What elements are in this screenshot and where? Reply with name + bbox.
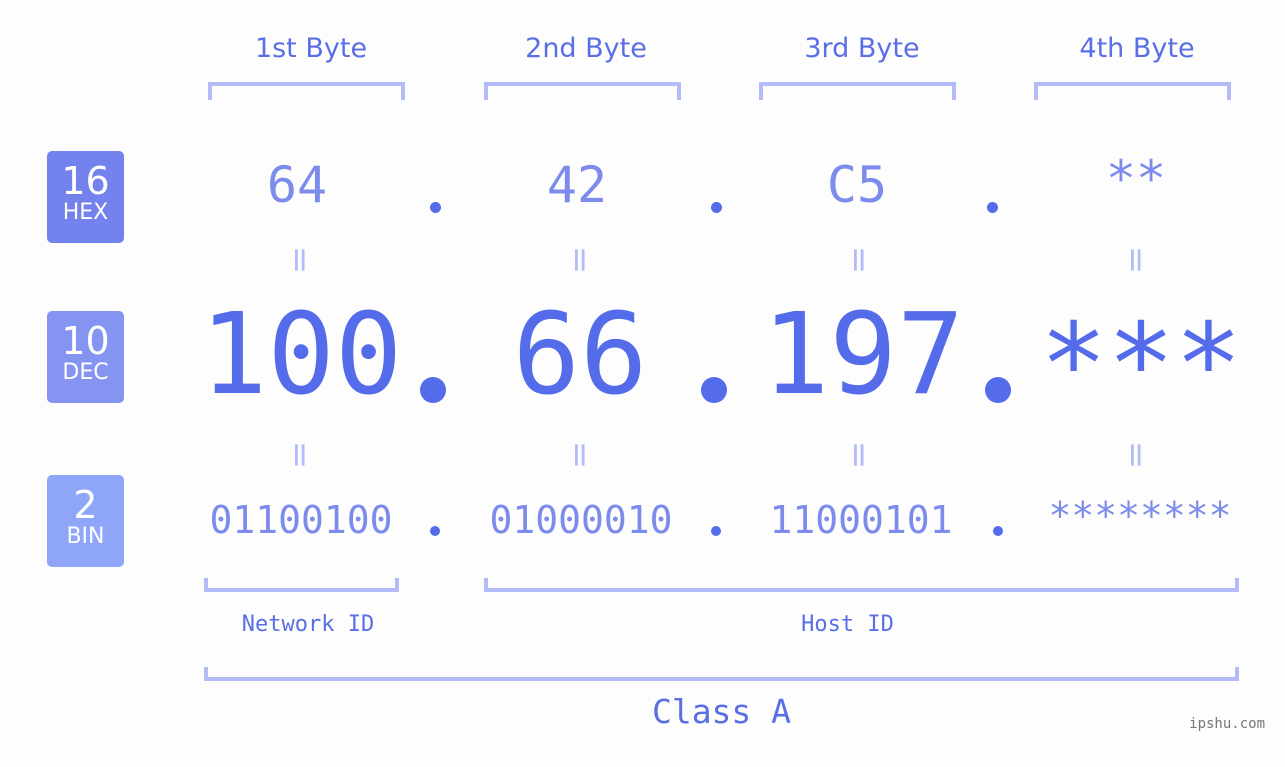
bin-badge: 2 BIN xyxy=(47,475,124,567)
dec-dot-3 xyxy=(985,377,1011,403)
host-id-bracket xyxy=(484,578,1239,592)
hex-byte-1: 64 xyxy=(266,156,328,214)
equals-icon: = xyxy=(1116,440,1156,470)
byte-header-4: 4th Byte xyxy=(1079,33,1195,64)
hex-byte-2: 42 xyxy=(546,156,608,214)
dec-byte-4: *** xyxy=(1039,300,1243,430)
network-id-bracket xyxy=(204,578,399,592)
byte-bracket-1 xyxy=(208,82,405,100)
byte-header-2: 2nd Byte xyxy=(525,33,647,64)
hex-byte-3: C5 xyxy=(826,156,888,214)
byte-bracket-4 xyxy=(1034,82,1231,100)
watermark-link[interactable]: ipshu.com xyxy=(1150,716,1265,732)
hex-label: HEX xyxy=(62,200,109,225)
equals-icon: = xyxy=(280,245,320,275)
bin-dot-1 xyxy=(430,526,440,536)
bin-base: 2 xyxy=(73,483,98,527)
hex-badge: 16 HEX xyxy=(47,151,124,243)
equals-icon: = xyxy=(280,440,320,470)
class-label: Class A xyxy=(651,692,792,731)
hex-dot-1 xyxy=(430,202,441,213)
byte-bracket-3 xyxy=(759,82,956,100)
bin-byte-4: ******** xyxy=(1048,494,1232,538)
bin-dot-2 xyxy=(711,526,721,536)
host-id-label: Host ID xyxy=(801,612,894,637)
bin-byte-2: 01000010 xyxy=(489,498,673,542)
hex-dot-3 xyxy=(987,202,998,213)
dec-badge: 10 DEC xyxy=(47,311,124,403)
dec-dot-2 xyxy=(701,377,727,403)
bin-byte-1: 01100100 xyxy=(209,498,393,542)
equals-icon: = xyxy=(839,245,879,275)
dec-label: DEC xyxy=(62,360,109,385)
byte-bracket-2 xyxy=(484,82,681,100)
class-bracket xyxy=(204,667,1239,681)
equals-icon: = xyxy=(560,440,600,470)
byte-header-1: 1st Byte xyxy=(254,33,368,64)
dec-base: 10 xyxy=(61,319,110,363)
bin-dot-3 xyxy=(993,526,1003,536)
dec-byte-2: 66 xyxy=(512,290,648,420)
dec-dot-1 xyxy=(420,377,446,403)
bin-label: BIN xyxy=(66,524,105,549)
equals-icon: = xyxy=(560,245,600,275)
hex-dot-2 xyxy=(711,202,722,213)
dec-byte-3: 197 xyxy=(762,290,965,420)
equals-icon: = xyxy=(839,440,879,470)
equals-icon: = xyxy=(1116,245,1156,275)
bin-byte-3: 11000101 xyxy=(769,498,953,542)
network-id-label: Network ID xyxy=(241,612,375,637)
dec-byte-1: 100 xyxy=(200,290,403,420)
byte-header-3: 3rd Byte xyxy=(804,33,920,64)
hex-byte-4: ** xyxy=(1105,150,1167,208)
hex-base: 16 xyxy=(61,159,110,203)
